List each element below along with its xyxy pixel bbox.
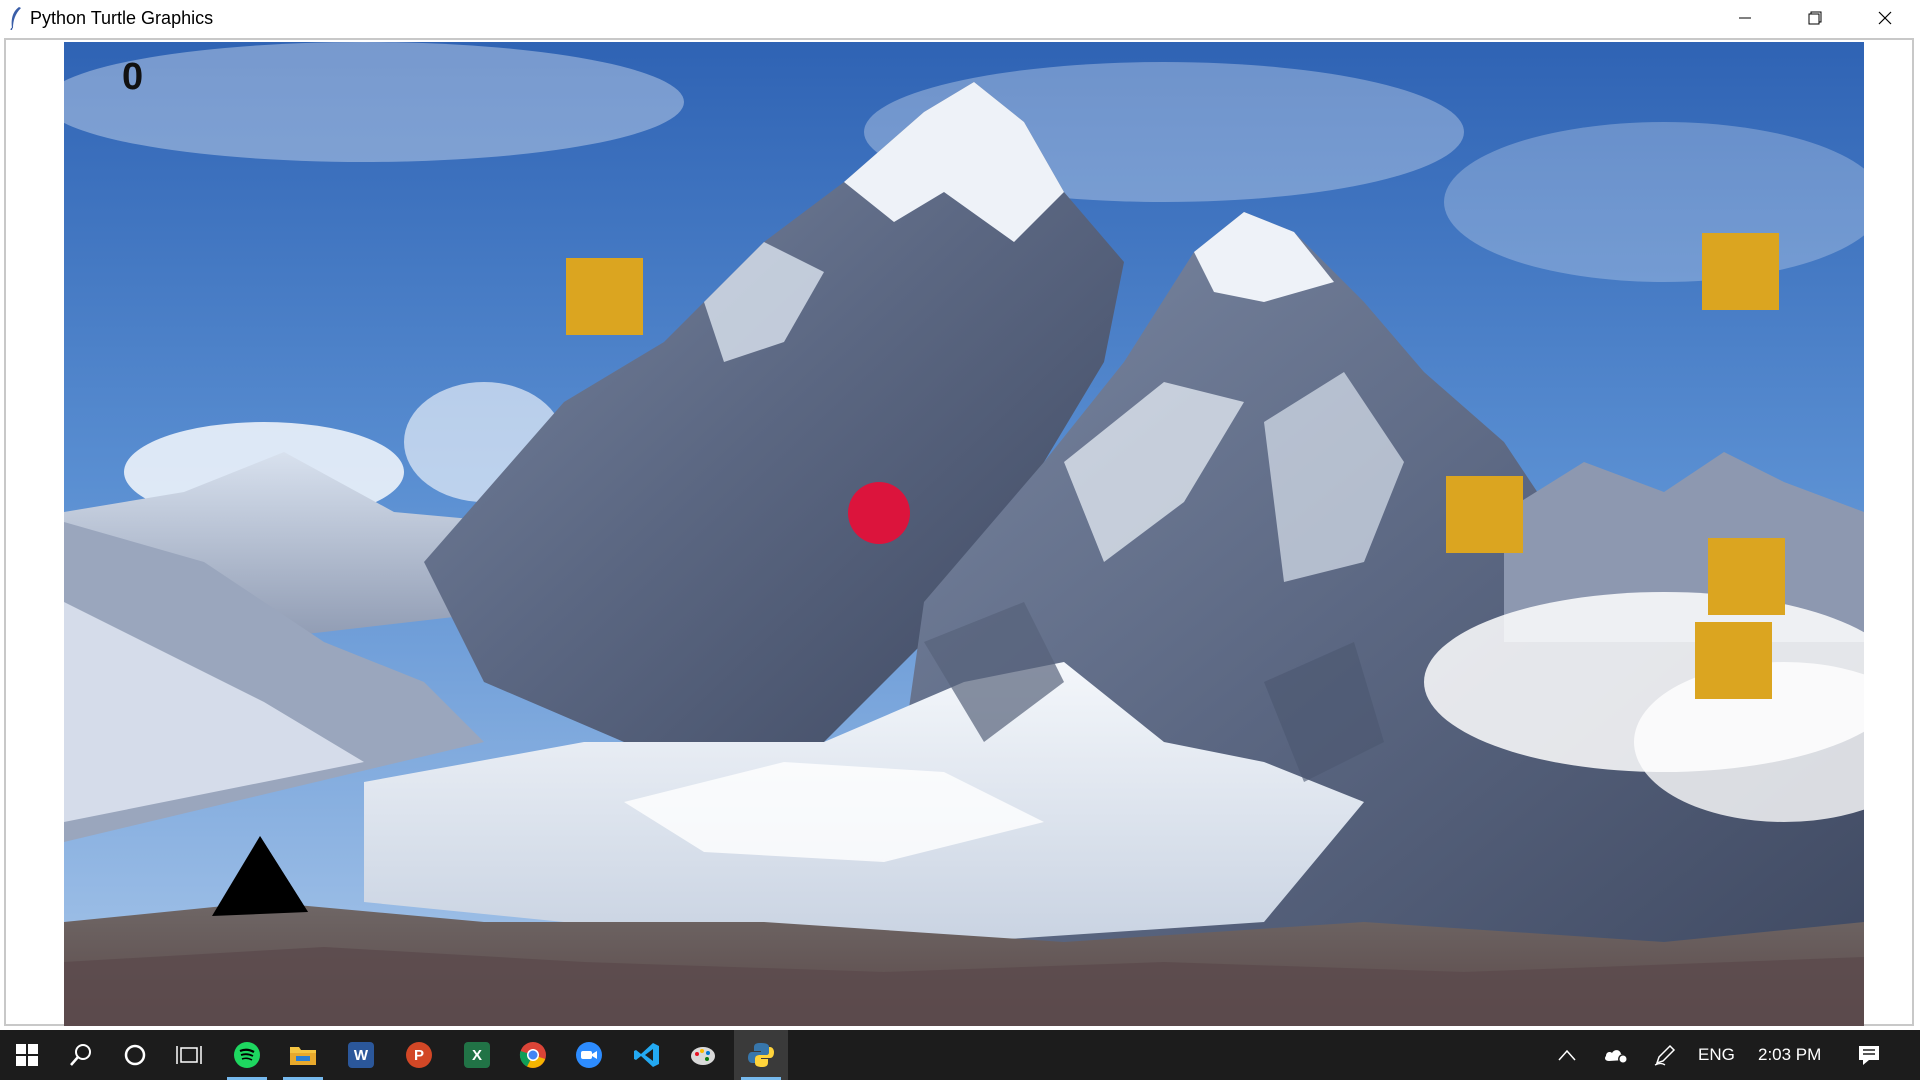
minimize-button[interactable] — [1710, 0, 1780, 36]
gold-block — [1695, 622, 1772, 699]
vscode-icon — [634, 1043, 659, 1067]
gold-block — [1446, 476, 1523, 553]
powerpoint-icon: P — [406, 1042, 432, 1068]
onedrive-tray-button[interactable] — [1590, 1030, 1644, 1080]
pen-workspace-button[interactable] — [1638, 1030, 1692, 1080]
word-icon: W — [348, 1042, 374, 1068]
taskbar-app-spotify[interactable] — [220, 1030, 274, 1080]
show-hidden-icons-button[interactable] — [1540, 1030, 1594, 1080]
taskbar-app-powerpoint[interactable]: P — [392, 1030, 446, 1080]
task-view-icon — [176, 1046, 202, 1064]
windows-icon — [16, 1044, 38, 1066]
task-view-button[interactable] — [162, 1030, 216, 1080]
taskbar: W P X ENG 2:03 PM — [0, 1030, 1920, 1080]
search-button[interactable] — [54, 1030, 108, 1080]
paint-icon — [691, 1047, 715, 1065]
chrome-icon — [519, 1042, 546, 1068]
gold-block — [566, 258, 643, 335]
cortana-button[interactable] — [108, 1030, 162, 1080]
window-title: Python Turtle Graphics — [30, 8, 214, 28]
taskbar-app-chrome[interactable] — [506, 1030, 560, 1080]
restore-icon — [1808, 11, 1822, 25]
cortana-icon — [124, 1044, 146, 1066]
title-bar[interactable]: Python Turtle Graphics — [0, 0, 1920, 36]
zoom-icon — [576, 1042, 602, 1068]
gold-block — [1708, 538, 1785, 615]
cloud-icon — [1605, 1050, 1628, 1064]
notification-icon — [1859, 1046, 1879, 1065]
python-icon — [748, 1043, 774, 1067]
taskbar-app-zoom[interactable] — [562, 1030, 616, 1080]
pen-icon — [1654, 1044, 1676, 1066]
spotify-icon — [234, 1042, 260, 1068]
maximize-button[interactable] — [1780, 0, 1850, 36]
minimize-icon — [1739, 17, 1751, 19]
taskbar-app-python[interactable] — [734, 1030, 788, 1080]
start-button[interactable] — [0, 1030, 54, 1080]
search-icon — [70, 1044, 91, 1066]
taskbar-app-file-explorer[interactable] — [276, 1030, 330, 1080]
close-icon — [1878, 11, 1892, 25]
red-ball — [848, 482, 910, 544]
player-turtle-arrow — [212, 836, 308, 916]
gold-block — [1702, 233, 1779, 310]
mountain-background — [64, 42, 1864, 1026]
close-button[interactable] — [1850, 0, 1920, 36]
score-label: 0 — [122, 56, 144, 98]
game-canvas[interactable] — [64, 42, 1864, 1026]
taskbar-app-paint[interactable] — [676, 1030, 730, 1080]
taskbar-app-excel[interactable]: X — [450, 1030, 504, 1080]
turtle-window: Python Turtle Graphics 0 — [0, 0, 1920, 1030]
clock[interactable]: 2:03 PM — [1758, 1045, 1821, 1065]
folder-icon — [290, 1047, 316, 1065]
excel-icon: X — [464, 1042, 490, 1068]
chevron-up-icon — [1558, 1049, 1576, 1061]
taskbar-app-word[interactable]: W — [334, 1030, 388, 1080]
action-center-button[interactable] — [1842, 1030, 1896, 1080]
feather-icon — [10, 7, 21, 30]
language-indicator[interactable]: ENG — [1698, 1045, 1735, 1065]
taskbar-app-vscode[interactable] — [620, 1030, 674, 1080]
